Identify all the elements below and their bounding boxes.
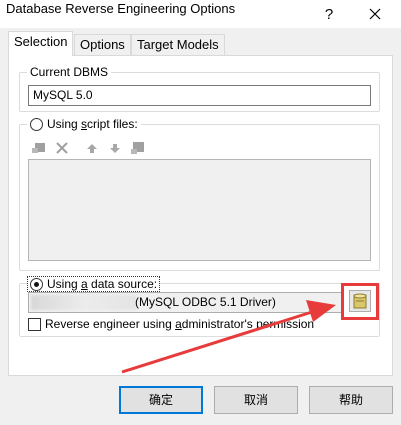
move-up-icon[interactable] <box>83 140 101 156</box>
admin-permission-checkbox[interactable] <box>28 318 41 331</box>
window-title: Database Reverse Engineering Options <box>6 1 236 16</box>
move-down-icon[interactable] <box>106 140 124 156</box>
tab-selection-label: Selection <box>14 34 68 49</box>
help-title-button[interactable]: ? <box>306 0 352 28</box>
current-dbms-label: Current DBMS <box>30 65 109 79</box>
script-files-legend: Using script files: <box>27 117 141 131</box>
help-button[interactable]: 帮助 <box>309 386 393 414</box>
title-bar: Database Reverse Engineering Options ? <box>0 0 401 28</box>
close-icon <box>369 8 381 20</box>
save-icon[interactable] <box>129 140 147 156</box>
tab-target-models[interactable]: Target Models <box>131 34 225 56</box>
tab-target-models-label: Target Models <box>137 37 219 52</box>
tab-options-label: Options <box>80 37 125 52</box>
data-source-radio[interactable] <box>30 277 43 291</box>
redacted-source-name <box>31 295 137 310</box>
data-source-field[interactable]: (MySQL ODBC 5.1 Driver) <box>28 292 344 313</box>
help-title-label: ? <box>324 5 334 23</box>
admin-permission-label[interactable]: Reverse engineer using administrator's p… <box>45 317 314 331</box>
ok-button-label: 确定 <box>148 393 173 407</box>
highlight-annotation <box>341 283 379 320</box>
help-button-label: 帮助 <box>338 393 363 407</box>
tab-selection[interactable]: Selection <box>8 31 74 56</box>
delete-icon[interactable] <box>53 140 71 156</box>
add-file-icon[interactable] <box>30 140 48 156</box>
data-source-legend: Using a data source: <box>27 276 161 292</box>
script-files-list[interactable] <box>28 159 371 261</box>
tab-options[interactable]: Options <box>74 34 131 56</box>
current-dbms-value: MySQL 5.0 <box>33 88 93 102</box>
data-source-value: (MySQL ODBC 5.1 Driver) <box>135 295 276 309</box>
cancel-button[interactable]: 取消 <box>214 386 298 414</box>
script-files-label[interactable]: Using script files: <box>47 117 138 131</box>
close-button[interactable] <box>352 0 398 28</box>
ok-button[interactable]: 确定 <box>119 386 203 414</box>
data-source-label[interactable]: Using a data source: <box>47 277 157 291</box>
current-dbms-legend: Current DBMS <box>27 65 112 79</box>
cancel-button-label: 取消 <box>243 393 268 407</box>
script-files-radio[interactable] <box>30 117 43 131</box>
current-dbms-field[interactable]: MySQL 5.0 <box>28 85 371 106</box>
